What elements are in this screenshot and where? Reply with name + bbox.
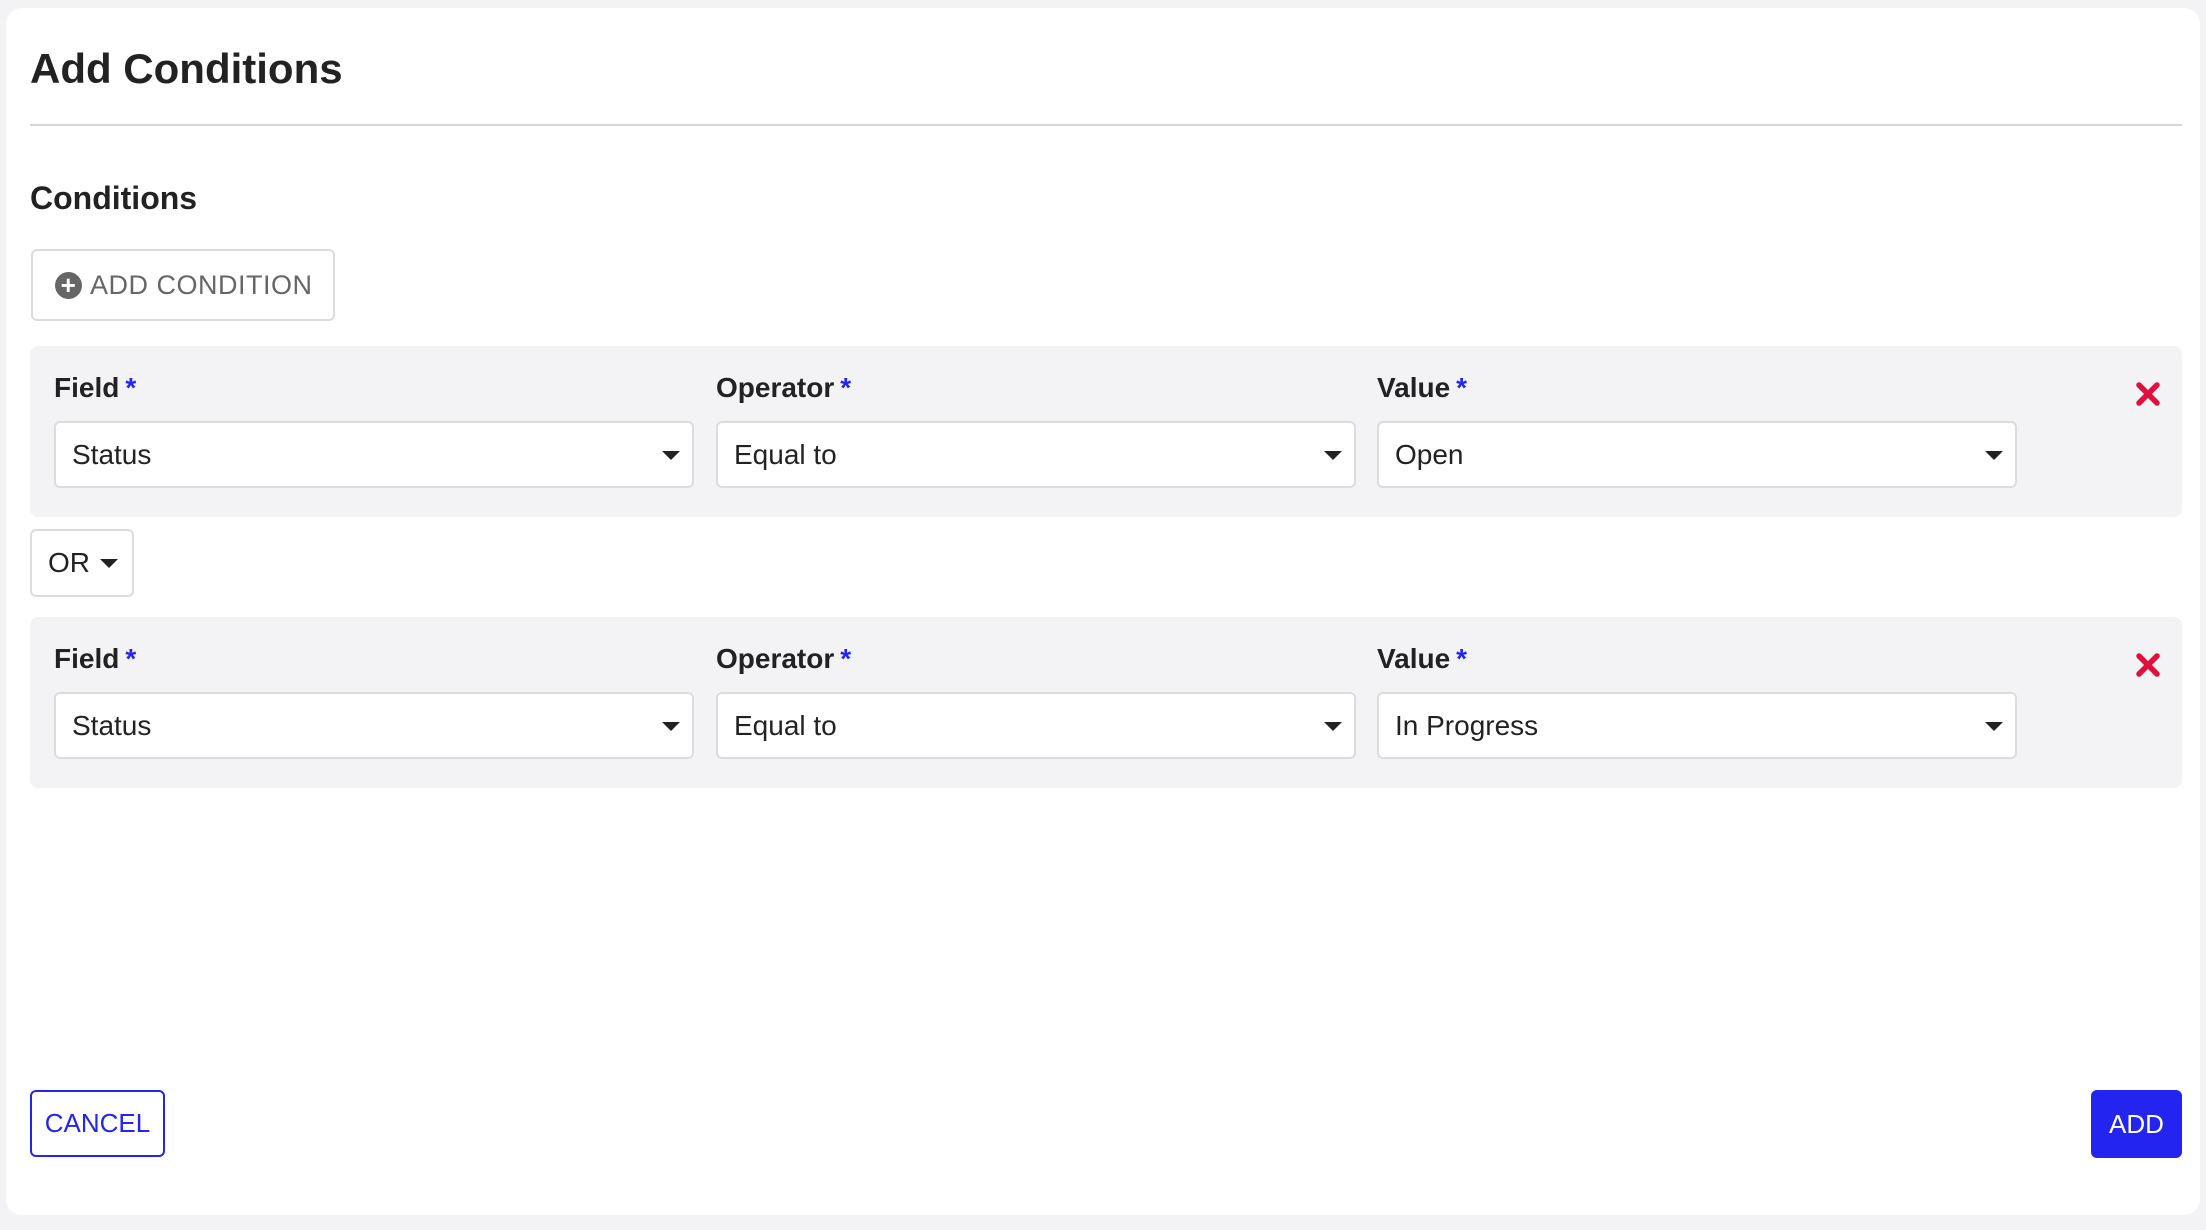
title-divider (30, 124, 2182, 126)
field-select[interactable]: Status (54, 692, 694, 759)
required-asterisk: * (125, 372, 137, 403)
add-conditions-dialog: Add Conditions Conditions + ADD CONDITIO… (6, 8, 2200, 1215)
remove-condition-button[interactable] (2130, 647, 2166, 683)
value-select[interactable]: In Progress (1377, 692, 2017, 759)
add-condition-label: ADD CONDITION (90, 269, 313, 300)
operator-label: Operator * (716, 372, 851, 404)
dialog-title: Add Conditions (30, 45, 343, 92)
operator-select-value: Equal to (734, 709, 837, 741)
operator-select[interactable]: Equal to (716, 421, 1356, 488)
value-label-text: Value (1377, 372, 1451, 403)
value-select-value: In Progress (1395, 709, 1539, 741)
cancel-button[interactable]: CANCEL (30, 1090, 165, 1157)
condition-row: Field * Status Operator * Equal to Value * … (30, 346, 2182, 517)
value-label-text: Value (1377, 643, 1451, 674)
field-select-value: Status (72, 709, 152, 741)
required-asterisk: * (125, 643, 137, 674)
operator-label-text: Operator (716, 372, 835, 403)
operator-label: Operator * (716, 643, 851, 675)
logic-operator-value: OR (48, 547, 90, 578)
value-select[interactable]: Open (1377, 421, 2017, 488)
value-label: Value * (1377, 643, 1467, 675)
required-asterisk: * (840, 372, 852, 403)
caret-down-icon (1985, 450, 2003, 460)
operator-select[interactable]: Equal to (716, 692, 1356, 759)
required-asterisk: * (1456, 372, 1468, 403)
required-asterisk: * (1456, 643, 1468, 674)
value-label: Value * (1377, 372, 1467, 404)
caret-down-icon (662, 450, 680, 460)
condition-row: Field * Status Operator * Equal to Value * … (30, 617, 2182, 788)
caret-down-icon (1985, 721, 2003, 731)
caret-down-icon (662, 721, 680, 731)
field-label-text: Field (54, 643, 120, 674)
caret-down-icon (1324, 721, 1342, 731)
logic-operator-select[interactable]: OR (30, 529, 134, 597)
remove-condition-button[interactable] (2130, 376, 2166, 412)
field-label: Field * (54, 643, 136, 675)
caret-down-icon (100, 559, 118, 568)
close-x-icon (2136, 382, 2160, 406)
caret-down-icon (1324, 450, 1342, 460)
required-asterisk: * (840, 643, 852, 674)
field-label: Field * (54, 372, 136, 404)
operator-select-value: Equal to (734, 438, 837, 470)
add-condition-button[interactable]: + ADD CONDITION (31, 249, 335, 321)
add-button[interactable]: ADD (2091, 1090, 2182, 1158)
field-select[interactable]: Status (54, 421, 694, 488)
plus-circle-icon: + (55, 271, 82, 299)
value-select-value: Open (1395, 438, 1464, 470)
field-label-text: Field (54, 372, 120, 403)
operator-label-text: Operator (716, 643, 835, 674)
close-x-icon (2136, 653, 2160, 677)
conditions-heading: Conditions (30, 180, 198, 216)
field-select-value: Status (72, 438, 152, 470)
